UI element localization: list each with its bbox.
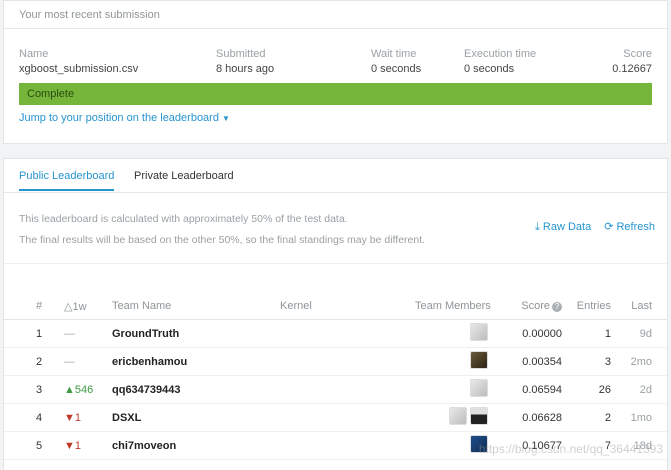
last-submission: 9d bbox=[639, 328, 652, 340]
table-row: 4 ▼1 DSXL 0.06628 2 1mo bbox=[4, 404, 667, 432]
table-header: # △1w Team Name Kernel Team Members Scor… bbox=[4, 296, 667, 320]
last-submission: 1mo bbox=[630, 412, 652, 424]
leaderboard-card: Public Leaderboard Private Leaderboard T… bbox=[3, 158, 668, 470]
rank-change: — bbox=[64, 328, 75, 340]
team-name-link[interactable]: qq634739443 bbox=[112, 384, 181, 396]
entries: 3 bbox=[604, 356, 611, 368]
submission-details: Name xgboost_submission.csv Submitted 8 … bbox=[19, 48, 652, 78]
leaderboard-table: # △1w Team Name Kernel Team Members Scor… bbox=[4, 296, 667, 460]
submission-submitted: Submitted 8 hours ago bbox=[216, 48, 275, 75]
avatar[interactable] bbox=[470, 379, 488, 397]
team-name-link[interactable]: GroundTruth bbox=[112, 328, 179, 340]
col-delta: △1w bbox=[64, 301, 87, 313]
submission-wait-time: Wait time 0 seconds bbox=[371, 48, 422, 75]
rank: 2 bbox=[36, 356, 43, 368]
score: 0.06628 bbox=[522, 412, 562, 424]
avatar[interactable] bbox=[470, 351, 488, 369]
entries: 2 bbox=[604, 412, 611, 424]
avatar[interactable] bbox=[470, 323, 488, 341]
table-row: 1 — GroundTruth 0.00000 1 9d bbox=[4, 320, 667, 348]
recent-submission-card: Your most recent submission Name xgboost… bbox=[3, 0, 668, 144]
col-team-members: Team Members bbox=[415, 300, 491, 312]
col-score: Score? bbox=[521, 300, 562, 312]
avatar[interactable] bbox=[449, 407, 467, 425]
refresh-button[interactable]: ⟳ Refresh bbox=[604, 220, 655, 233]
rank-change: ▲546 bbox=[64, 384, 94, 396]
divider bbox=[4, 263, 667, 264]
avatar[interactable] bbox=[470, 407, 488, 425]
rank: 5 bbox=[36, 440, 43, 452]
entries: 1 bbox=[604, 328, 611, 340]
col-rank: # bbox=[36, 300, 43, 312]
jump-to-position-link[interactable]: Jump to your position on the leaderboard… bbox=[19, 112, 230, 124]
rank-change: ▼1 bbox=[64, 440, 82, 452]
raw-data-button[interactable]: ⤓ Raw Data bbox=[535, 221, 591, 234]
rank-change: ▼1 bbox=[64, 412, 82, 424]
team-name-link[interactable]: DSXL bbox=[112, 412, 141, 424]
rank: 4 bbox=[36, 412, 43, 424]
submission-execution-time: Execution time 0 seconds bbox=[464, 48, 537, 75]
rank-change: — bbox=[64, 356, 75, 368]
submission-score: Score 0.12667 bbox=[612, 48, 652, 75]
progress-fill bbox=[19, 83, 652, 105]
team-name-link[interactable]: chi7moveon bbox=[112, 440, 176, 452]
caret-down-icon: ▼ bbox=[221, 114, 230, 123]
submission-header: Your most recent submission bbox=[4, 1, 667, 29]
refresh-icon: ⟳ bbox=[604, 221, 614, 233]
leaderboard-actions: ⤓ Raw Data ⟳ Refresh bbox=[525, 220, 655, 234]
submission-name: Name xgboost_submission.csv bbox=[19, 48, 139, 75]
rank: 1 bbox=[36, 328, 43, 340]
rank: 3 bbox=[36, 384, 43, 396]
col-team-name: Team Name bbox=[112, 300, 172, 312]
leaderboard-info: This leaderboard is calculated with appr… bbox=[19, 213, 426, 246]
status-label: Complete bbox=[27, 88, 75, 100]
download-icon: ⤓ bbox=[535, 221, 540, 233]
tab-public-leaderboard[interactable]: Public Leaderboard bbox=[19, 170, 115, 191]
col-entries: Entries bbox=[576, 300, 611, 312]
submission-progress-bar: Complete bbox=[19, 83, 652, 105]
col-last: Last bbox=[631, 300, 652, 312]
score: 0.00000 bbox=[522, 328, 562, 340]
col-kernel: Kernel bbox=[280, 300, 312, 312]
score: 0.06594 bbox=[522, 384, 562, 396]
watermark: https://blog.csdn.net/qq_36441393 bbox=[478, 442, 663, 456]
last-submission: 2mo bbox=[630, 356, 652, 368]
entries: 26 bbox=[598, 384, 611, 396]
team-name-link[interactable]: ericbenhamou bbox=[112, 356, 187, 368]
table-row: 2 — ericbenhamou 0.00354 3 2mo bbox=[4, 348, 667, 376]
last-submission: 2d bbox=[639, 384, 652, 396]
help-icon[interactable]: ? bbox=[552, 302, 562, 312]
tab-private-leaderboard[interactable]: Private Leaderboard bbox=[134, 170, 234, 182]
table-row: 3 ▲546 qq634739443 0.06594 26 2d bbox=[4, 376, 667, 404]
leaderboard-tabs: Public Leaderboard Private Leaderboard bbox=[4, 159, 667, 193]
score: 0.00354 bbox=[522, 356, 562, 368]
